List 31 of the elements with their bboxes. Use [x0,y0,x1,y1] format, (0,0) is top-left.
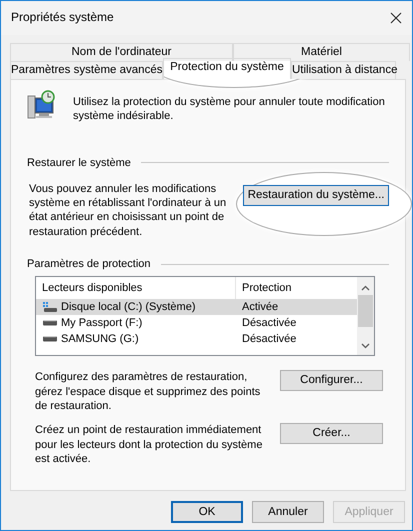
description-text: Créez un point de restauration immédiatement pour les lecteurs dont la protection du système est activée. [35,423,264,466]
list-row[interactable]: My Passport (F:) Désactivée [36,315,357,332]
protection-status: Désactivée [241,316,298,331]
drive-name: SAMSUNG (G:) [61,332,139,347]
system-drive-icon [42,301,58,314]
tab[interactable]: Paramètres système avancés [10,61,163,79]
drive-name: My Passport (F:) [61,316,142,331]
tab[interactable]: Utilisation à distance [291,61,396,79]
close-icon[interactable] [390,12,402,24]
action-button[interactable]: Configurer... [280,370,383,392]
dialog-button: Appliquer [333,501,405,523]
window-title: Propriétés système [11,10,114,26]
protection-status: Désactivée [241,332,298,347]
scrollbar[interactable] [357,277,374,356]
list-row[interactable]: SAMSUNG (G:) Désactivée [36,331,357,348]
description-text: Vous pouvez annuler les modifications système en rétablissant l'ordinateur à un état antérieur en choisissant un point de restauration précédent. [29,182,228,240]
description-text: Configurez des paramètres de restauration, gérez l'espace disque et supprimez des points de restauration. [35,370,262,414]
group-label: Restaurer le système [27,156,131,170]
drive-name: Disque local (C:) (Système) [61,300,196,315]
description-text: Utilisez la protection du système pour annuler toute modification système indésirable. [73,95,386,124]
tab[interactable]: Matériel [233,43,410,61]
dialog-button[interactable]: OK [171,501,243,523]
list-row[interactable]: Disque local (C:) (Système) Activée [36,299,357,316]
restore-button[interactable]: Restauration du système... [243,184,389,206]
column-header[interactable]: Protection [236,281,356,296]
scrollbar-thumb[interactable] [358,295,373,328]
action-button[interactable]: Créer... [280,423,383,444]
group-label: Paramètres de protection [27,257,151,272]
dialog-button[interactable]: Annuler [252,501,324,523]
tab[interactable]: Nom de l'ordinateur [10,43,233,61]
protection-status: Activée [241,300,280,315]
